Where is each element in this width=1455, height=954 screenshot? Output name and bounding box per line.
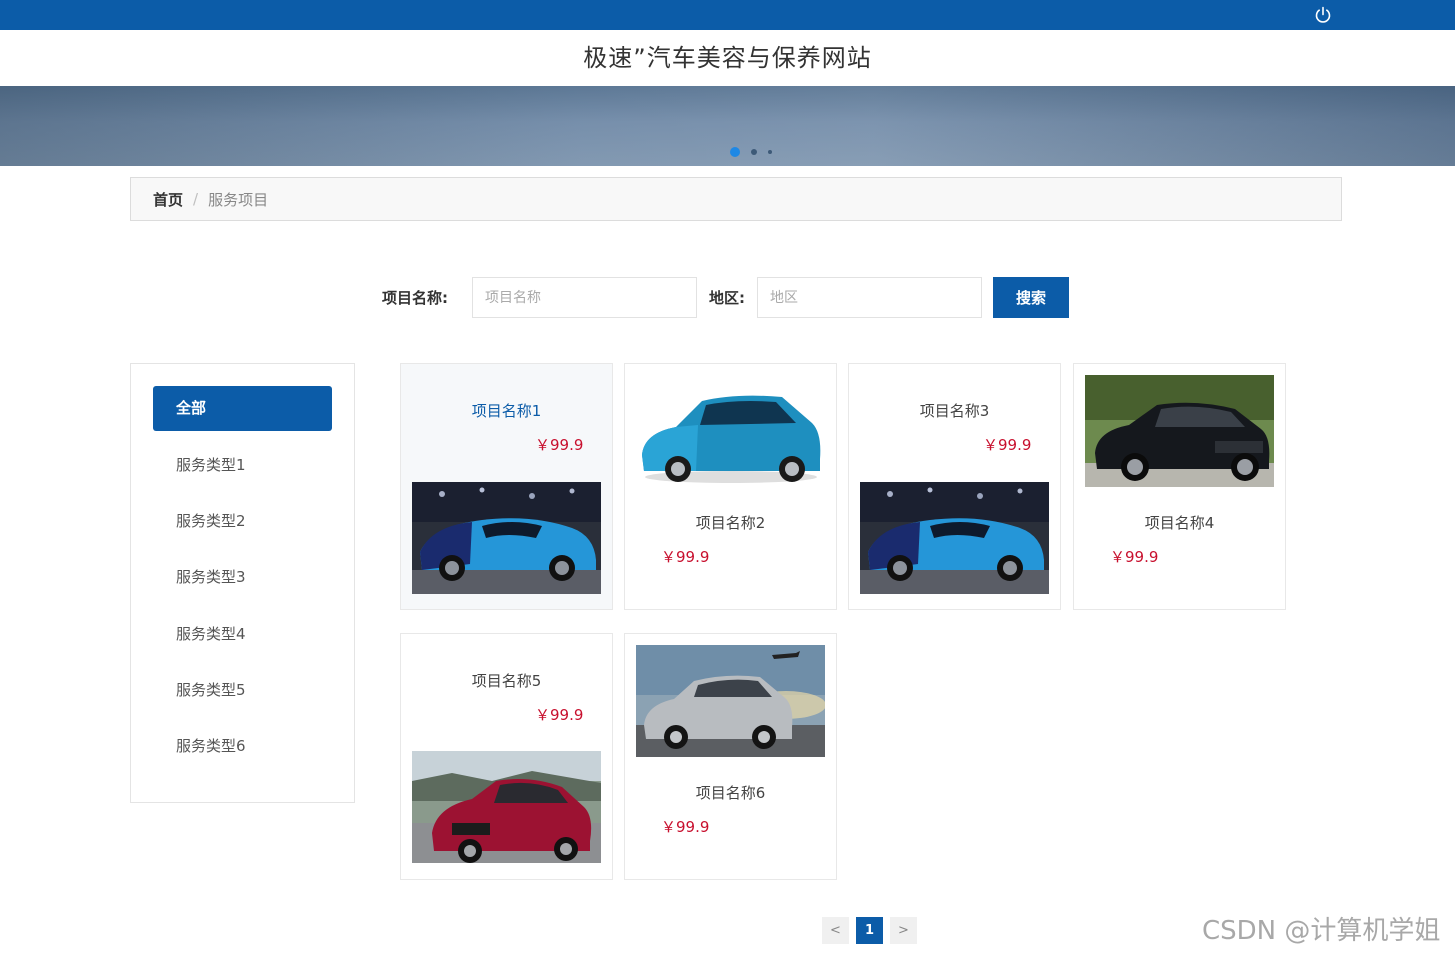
carousel-dot-3[interactable] [768,150,772,154]
power-icon[interactable] [1312,5,1334,25]
breadcrumb-current: 服务项目 [208,190,269,209]
watermark: CSDN @计算机学姐 [1202,916,1441,946]
carousel-dot-2[interactable] [751,149,757,155]
product-price: ￥99.9 [661,818,710,836]
project-name-label: 项目名称: [382,289,448,307]
category-item[interactable]: 服务类型3 [153,555,332,600]
breadcrumb-home[interactable]: 首页 [153,189,183,210]
product-card[interactable]: 项目名称5 ￥99.9 [400,633,613,880]
product-image[interactable] [860,482,1049,594]
carousel-dot-1[interactable] [730,147,740,157]
site-title: 极速”汽车美容与保养网站 [583,44,872,72]
category-all[interactable]: 全部 [153,386,332,431]
breadcrumb-separator: / [193,190,199,208]
breadcrumb: 首页 / 服务项目 [130,177,1342,221]
category-item[interactable]: 服务类型5 [153,668,332,713]
banner-carousel[interactable] [0,86,1455,166]
carousel-indicators [730,147,772,157]
pagination: < 1 > [822,917,917,944]
product-price: ￥99.9 [1110,548,1159,566]
product-name[interactable]: 项目名称6 [625,782,836,803]
product-name[interactable]: 项目名称1 [401,400,612,421]
product-card[interactable]: 项目名称3 ￥99.9 [848,363,1061,610]
product-image[interactable] [412,751,601,863]
product-name[interactable]: 项目名称4 [1074,512,1285,533]
category-item[interactable]: 服务类型2 [153,499,332,544]
product-image[interactable] [412,482,601,594]
product-image[interactable] [1085,375,1274,487]
prev-page-button[interactable]: < [822,917,849,944]
product-price: ￥99.9 [535,436,584,454]
product-card[interactable]: 项目名称4 ￥99.9 [1073,363,1286,610]
page-number-button[interactable]: 1 [856,917,883,944]
product-price: ￥99.9 [661,548,710,566]
product-image[interactable] [636,645,825,757]
product-price: ￥99.9 [535,706,584,724]
product-card[interactable]: 项目名称1 ￥99.9 [400,363,613,610]
project-name-input[interactable] [472,277,697,318]
next-page-button[interactable]: > [890,917,917,944]
category-item[interactable]: 服务类型1 [153,443,332,488]
product-name[interactable]: 项目名称3 [849,400,1060,421]
top-bar [0,0,1455,30]
area-input[interactable] [757,277,982,318]
category-sidebar: 全部 服务类型1 服务类型2 服务类型3 服务类型4 服务类型5 服务类型6 [130,363,355,803]
product-name[interactable]: 项目名称5 [401,670,612,691]
category-item[interactable]: 服务类型6 [153,724,332,769]
area-label: 地区: [709,289,745,307]
search-bar: 项目名称: 地区: 搜索 [382,277,1069,318]
product-card[interactable]: 项目名称2 ￥99.9 [624,363,837,610]
category-item[interactable]: 服务类型4 [153,612,332,657]
product-price: ￥99.9 [983,436,1032,454]
search-button[interactable]: 搜索 [993,277,1069,318]
product-name[interactable]: 项目名称2 [625,512,836,533]
product-card[interactable]: 项目名称6 ￥99.9 [624,633,837,880]
product-image[interactable] [636,375,825,487]
